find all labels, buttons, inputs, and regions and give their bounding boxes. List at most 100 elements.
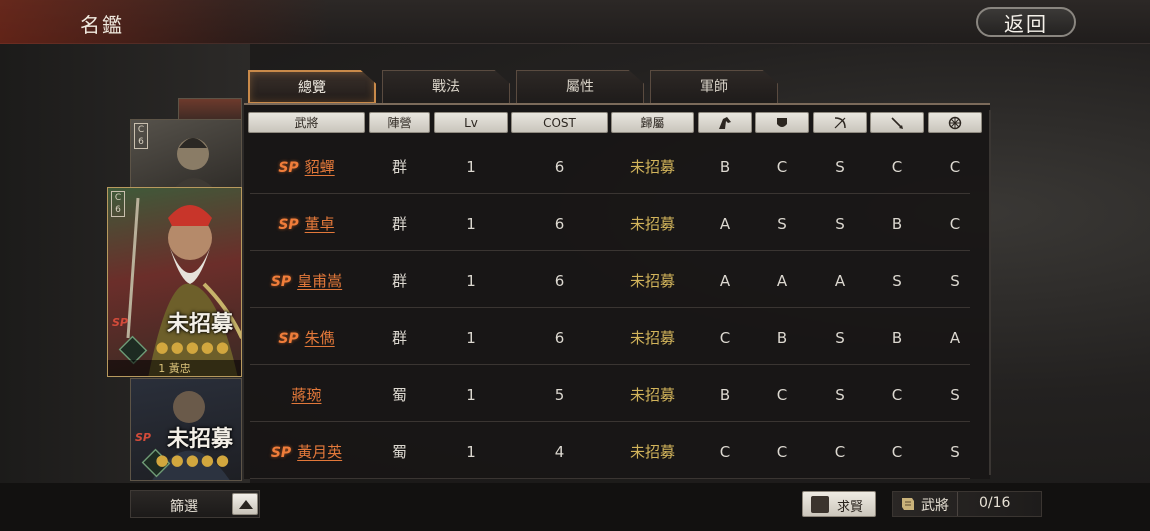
cell-lv: 1 [466,443,476,461]
table-row[interactable]: SP 黃月英 蜀 1 4 未招募 C C C C S [244,425,990,479]
cell-lv: 1 [466,329,476,347]
general-card-lower[interactable]: SP 未招募 ●●●●● [130,378,242,481]
row-divider [250,478,970,479]
badge-cost: 6 [138,137,144,147]
column-header-general[interactable]: 武將 [248,112,365,133]
column-header-bow[interactable] [813,112,867,133]
column-header-faction[interactable]: 陣營 [369,112,430,133]
cell-aptitude: B [776,329,788,347]
row-divider [250,193,970,194]
table-scrollbar[interactable] [989,110,991,475]
column-header-shield[interactable] [755,112,809,133]
tab-attributes[interactable]: 屬性 [516,70,644,104]
scroll-icon [902,498,914,510]
card-stars: ●●●●● [155,338,231,356]
column-header-cost[interactable]: COST [511,112,608,133]
filter-label: 篩選 [170,499,198,515]
spear-icon [891,117,903,129]
column-header-siege[interactable] [928,112,982,133]
generals-table: 武將 陣營 Lv COST 歸屬 SP 貂蟬 群 1 6 未招募 B C S C… [244,103,990,479]
cell-status: 未招募 [629,443,675,461]
general-name-link[interactable]: SP 皇甫嵩 [248,254,365,308]
cell-faction: 蜀 [391,443,407,461]
generals-label: 武將 [921,498,949,514]
general-name: 皇甫嵩 [297,272,343,290]
cell-status: 未招募 [629,272,675,290]
cell-aptitude: C [719,443,731,461]
siege-icon [948,116,962,130]
cell-aptitude: B [719,386,731,404]
cell-aptitude: C [891,386,903,404]
cell-aptitude: C [949,215,961,233]
general-name-link[interactable]: 蔣琬 [248,368,365,422]
back-button[interactable]: 返回 [976,7,1076,37]
cell-status: 未招募 [629,386,675,404]
general-name: 朱儁 [304,329,335,347]
cell-status: 未招募 [629,158,675,176]
cell-cost: 6 [554,329,565,347]
card-sp-mark: SP [112,316,128,329]
cell-aptitude: S [950,386,960,404]
generals-count-panel: 武將 0/16 [892,491,1042,517]
cell-cost: 6 [554,158,565,176]
card-recruit-status: 未招募 [166,426,233,452]
cell-aptitude: A [949,329,961,347]
cell-aptitude: S [950,272,960,290]
badge-cost: 6 [115,205,121,215]
card-general-name: 1 黃忠 [108,360,241,376]
cell-faction: 蜀 [391,386,407,404]
column-header-spear[interactable] [870,112,924,133]
cell-status: 未招募 [629,215,675,233]
row-divider [250,250,970,251]
recruit-label: 求賢 [837,500,864,515]
cell-aptitude: S [835,215,845,233]
table-row[interactable]: 蔣琬 蜀 1 5 未招募 B C S C S [244,368,990,422]
general-card-selected[interactable]: C 6 SP 未招募 ●●●●● 1 黃忠 [107,187,242,377]
general-name-link[interactable]: SP 貂蟬 [248,140,365,194]
header-glow [0,0,330,44]
card-sp-mark: SP [135,431,151,444]
cell-aptitude: S [835,158,845,176]
tab-overview[interactable]: 總覽 [248,70,376,104]
card-recruit-status: 未招募 [166,311,233,337]
cell-aptitude: A [719,215,731,233]
generals-count: 0/16 [979,495,1011,511]
filter-toggle-button[interactable] [232,493,258,515]
back-button-label: 返回 [1004,12,1048,36]
table-row[interactable]: SP 董卓 群 1 6 未招募 A S S B C [244,197,990,251]
cell-aptitude: C [776,443,788,461]
badge-rank: C [137,125,145,135]
cell-lv: 1 [466,158,476,176]
general-card-upper[interactable]: C 6 [130,119,242,191]
table-row[interactable]: SP 皇甫嵩 群 1 6 未招募 A A A S S [244,254,990,308]
cell-lv: 1 [466,386,476,404]
tab-tactics[interactable]: 戰法 [382,70,510,104]
cell-aptitude: S [892,272,902,290]
general-name-link[interactable]: SP 朱儁 [248,311,365,365]
cavalry-icon [719,117,731,129]
cell-aptitude: A [834,272,846,290]
column-header-belonging[interactable]: 歸屬 [611,112,694,133]
column-header-level[interactable]: Lv [434,112,508,133]
cell-aptitude: A [719,272,731,290]
recruit-button[interactable]: 求賢 [802,491,876,517]
sp-badge: SP [278,217,299,233]
cell-aptitude: C [949,158,961,176]
page-title: 名鑑 [80,13,124,37]
row-divider [250,307,970,308]
table-row[interactable]: SP 朱儁 群 1 6 未招募 C B S B A [244,311,990,365]
cell-cost: 4 [554,443,565,461]
card-stars: ●●●●● [155,451,231,469]
divider [957,492,958,516]
tab-strategist[interactable]: 軍師 [650,70,778,104]
general-name-link[interactable]: SP 黃月英 [248,425,365,479]
cell-aptitude: S [835,386,845,404]
bow-icon [834,117,846,129]
general-name: 黃月英 [297,443,343,461]
cell-aptitude: C [891,443,903,461]
general-name-link[interactable]: SP 董卓 [248,197,365,251]
table-row[interactable]: SP 貂蟬 群 1 6 未招募 B C S C C [244,140,990,194]
cell-aptitude: S [777,215,787,233]
cell-aptitude: C [776,386,788,404]
column-header-cavalry[interactable] [698,112,752,133]
